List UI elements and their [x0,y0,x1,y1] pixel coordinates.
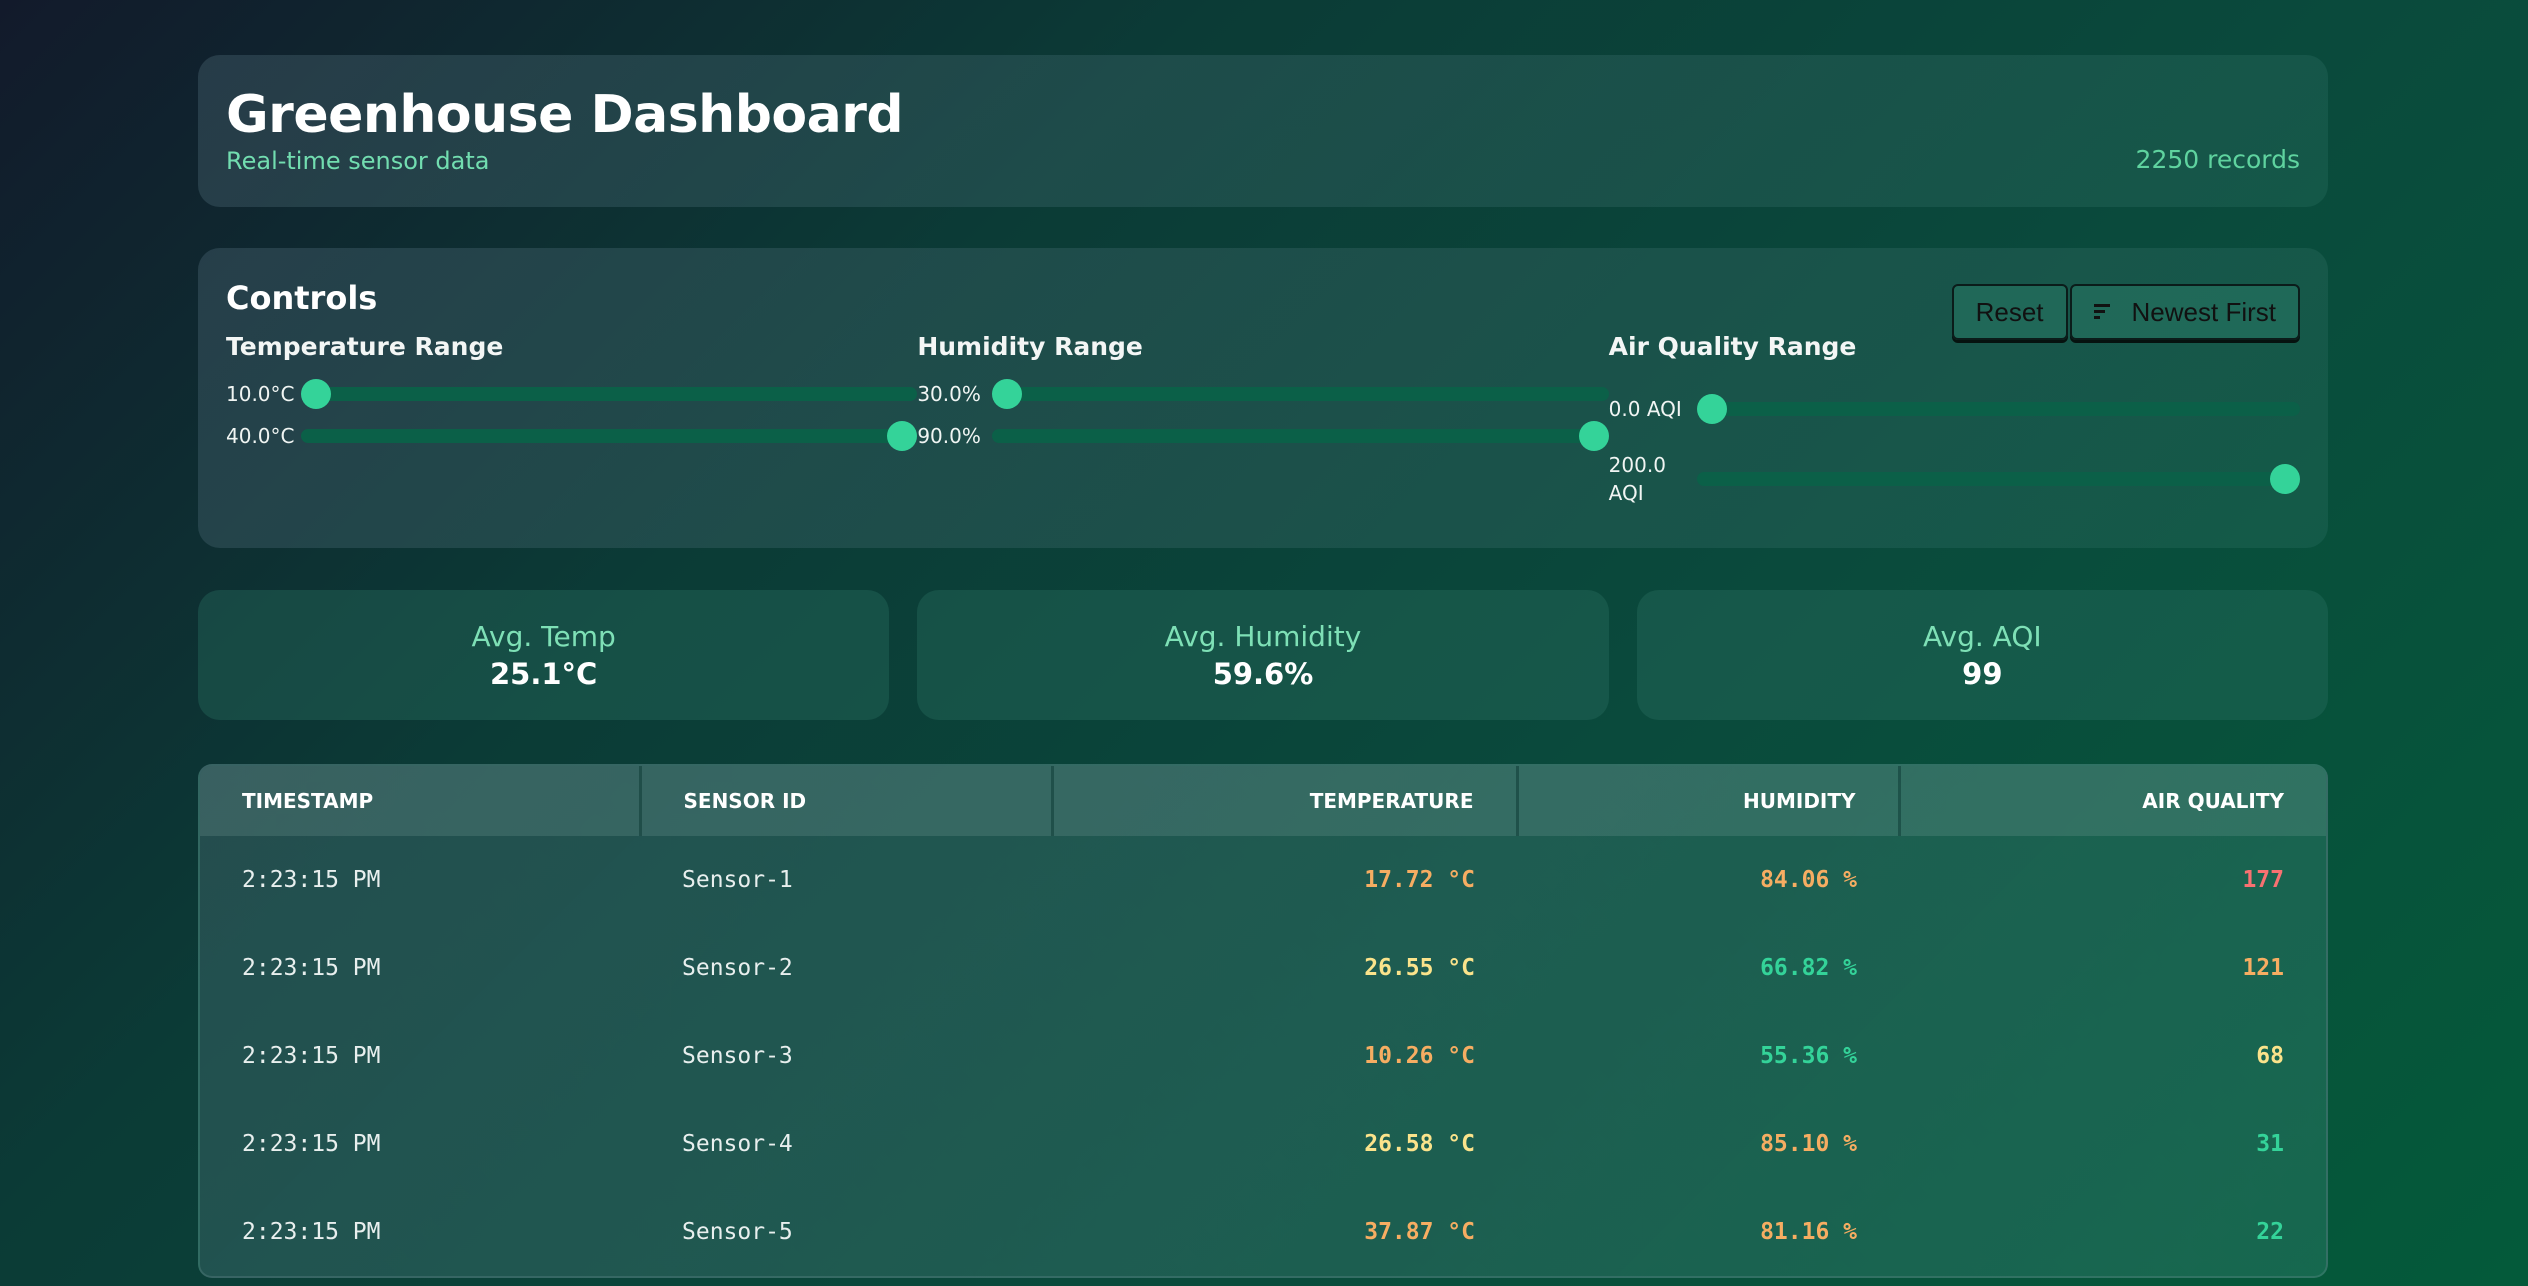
temperature-max-value: 40.0°C [226,424,295,448]
temperature-cell: 10.26 °C [1364,1043,1475,1069]
air-quality-range: Air Quality Range 0.0 AQI 200.0 AQI [1609,332,2300,519]
sensor-table: Timestamp Sensor ID Temperature Humidity… [200,766,2326,1276]
humidity-min-row: 30.0% [917,379,1609,409]
records-count: 2250 records [2135,145,2300,174]
temperature-range: Temperature Range 10.0°C 40.0°C [226,332,918,519]
humidity-max-value: 90.0% [917,424,981,448]
temperature-max-slider[interactable] [301,421,918,451]
table-row[interactable]: 2:23:15 PM Sensor-2 26.55 °C 66.82 % 121 [200,924,2326,1012]
table-row[interactable]: 2:23:15 PM Sensor-3 10.26 °C 55.36 % 68 [200,1012,2326,1100]
controls-card: Controls Reset Newest First Temperature … [198,248,2328,548]
stats-row: Avg. Temp 25.1°C Avg. Humidity 59.6% Avg… [198,590,2328,720]
humidity-cell: 85.10 % [1760,1131,1857,1157]
avg-temp-label: Avg. Temp [471,620,616,653]
timestamp-cell: 2:23:15 PM [242,1219,381,1245]
column-header-temperature[interactable]: Temperature [1052,766,1519,836]
humidity-range: Humidity Range 30.0% 90.0% [917,332,1609,519]
air-quality-cell: 121 [2242,955,2284,981]
humidity-max-row: 90.0% [917,421,1609,451]
air-quality-min-slider[interactable] [1696,394,2300,424]
column-header-humidity[interactable]: Humidity [1517,766,1901,836]
table-row[interactable]: 2:23:15 PM Sensor-1 17.72 °C 84.06 % 177 [200,836,2326,924]
timestamp-cell: 2:23:15 PM [242,955,381,981]
sensor-id-cell: Sensor-2 [682,955,793,981]
humidity-cell: 55.36 % [1760,1043,1857,1069]
air-quality-cell: 177 [2242,867,2284,893]
timestamp-cell: 2:23:15 PM [242,1131,381,1157]
avg-aqi-card: Avg. AQI 99 [1636,590,2328,720]
air-quality-max-value: 200.0 AQI [1608,453,1666,505]
temperature-min-row: 10.0°C [226,379,918,409]
sort-icon [2093,303,2114,321]
header-card: Greenhouse Dashboard Real-time sensor da… [198,55,2328,207]
table-row[interactable]: 2:23:15 PM Sensor-4 26.58 °C 85.10 % 31 [200,1100,2326,1188]
temperature-cell: 17.72 °C [1364,867,1475,893]
page-title: Greenhouse Dashboard [226,85,904,145]
sensor-id-cell: Sensor-1 [682,867,793,893]
air-quality-min-value: 0.0 AQI [1608,397,1682,421]
avg-humidity-card: Avg. Humidity 59.6% [917,590,1609,720]
page-subtitle: Real-time sensor data [226,147,490,175]
table-header-row: Timestamp Sensor ID Temperature Humidity… [200,766,2326,836]
humidity-cell: 84.06 % [1760,867,1857,893]
air-quality-cell: 31 [2256,1131,2284,1157]
air-quality-cell: 22 [2256,1219,2284,1245]
humidity-max-slider[interactable] [992,421,1609,451]
sensor-table-card: Timestamp Sensor ID Temperature Humidity… [198,764,2328,1278]
humidity-max-thumb[interactable] [1578,421,1609,451]
temperature-max-thumb[interactable] [887,421,918,451]
reset-button[interactable]: Reset [1951,284,2068,340]
reset-button-label: Reset [1975,296,2044,327]
temperature-cell: 37.87 °C [1364,1219,1475,1245]
humidity-range-label: Humidity Range [917,332,1143,361]
column-header-timestamp[interactable]: Timestamp [200,766,642,836]
avg-temp-value: 25.1°C [489,657,598,691]
avg-humidity-value: 59.6% [1212,657,1314,691]
humidity-min-value: 30.0% [917,382,981,406]
temperature-cell: 26.58 °C [1364,1131,1475,1157]
temperature-min-slider[interactable] [301,379,918,409]
column-header-air-quality[interactable]: Air Quality [1899,766,2326,836]
range-controls: Temperature Range 10.0°C 40.0°C Humidity… [226,332,2300,519]
temperature-cell: 26.55 °C [1364,955,1475,981]
air-quality-min-thumb[interactable] [1696,394,1727,424]
timestamp-cell: 2:23:15 PM [242,867,381,893]
header-text: Greenhouse Dashboard Real-time sensor da… [226,85,904,175]
avg-aqi-label: Avg. AQI [1923,620,2042,653]
table-row[interactable]: 2:23:15 PM Sensor-5 37.87 °C 81.16 % 22 [200,1188,2326,1276]
temperature-min-value: 10.0°C [226,382,295,406]
air-quality-cell: 68 [2256,1043,2284,1069]
dashboard: Greenhouse Dashboard Real-time sensor da… [198,55,2328,1278]
avg-aqi-value: 99 [1962,657,2003,691]
air-quality-max-row: 200.0 AQI [1609,449,2300,509]
sensor-id-cell: Sensor-5 [682,1219,793,1245]
avg-temp-card: Avg. Temp 25.1°C [198,590,890,720]
sensor-id-cell: Sensor-4 [682,1131,793,1157]
air-quality-max-thumb[interactable] [2269,464,2300,494]
air-quality-max-slider[interactable] [1696,464,2300,494]
air-quality-min-row: 0.0 AQI [1609,379,2300,439]
sort-button[interactable]: Newest First [2069,284,2300,340]
humidity-cell: 81.16 % [1760,1219,1857,1245]
humidity-min-slider[interactable] [992,379,1609,409]
sensor-id-cell: Sensor-3 [682,1043,793,1069]
table-body: 2:23:15 PM Sensor-1 17.72 °C 84.06 % 177 2:23… [200,836,2326,1276]
timestamp-cell: 2:23:15 PM [242,1043,381,1069]
sort-button-label: Newest First [2131,296,2276,327]
controls-buttons: Reset Newest First [1951,284,2300,340]
temperature-max-row: 40.0°C [226,421,918,451]
humidity-cell: 66.82 % [1760,955,1857,981]
temperature-range-label: Temperature Range [226,332,504,361]
avg-humidity-label: Avg. Humidity [1164,620,1362,653]
temperature-min-thumb[interactable] [301,379,331,409]
column-header-sensor-id[interactable]: Sensor ID [640,766,1054,836]
humidity-min-thumb[interactable] [992,379,1023,409]
